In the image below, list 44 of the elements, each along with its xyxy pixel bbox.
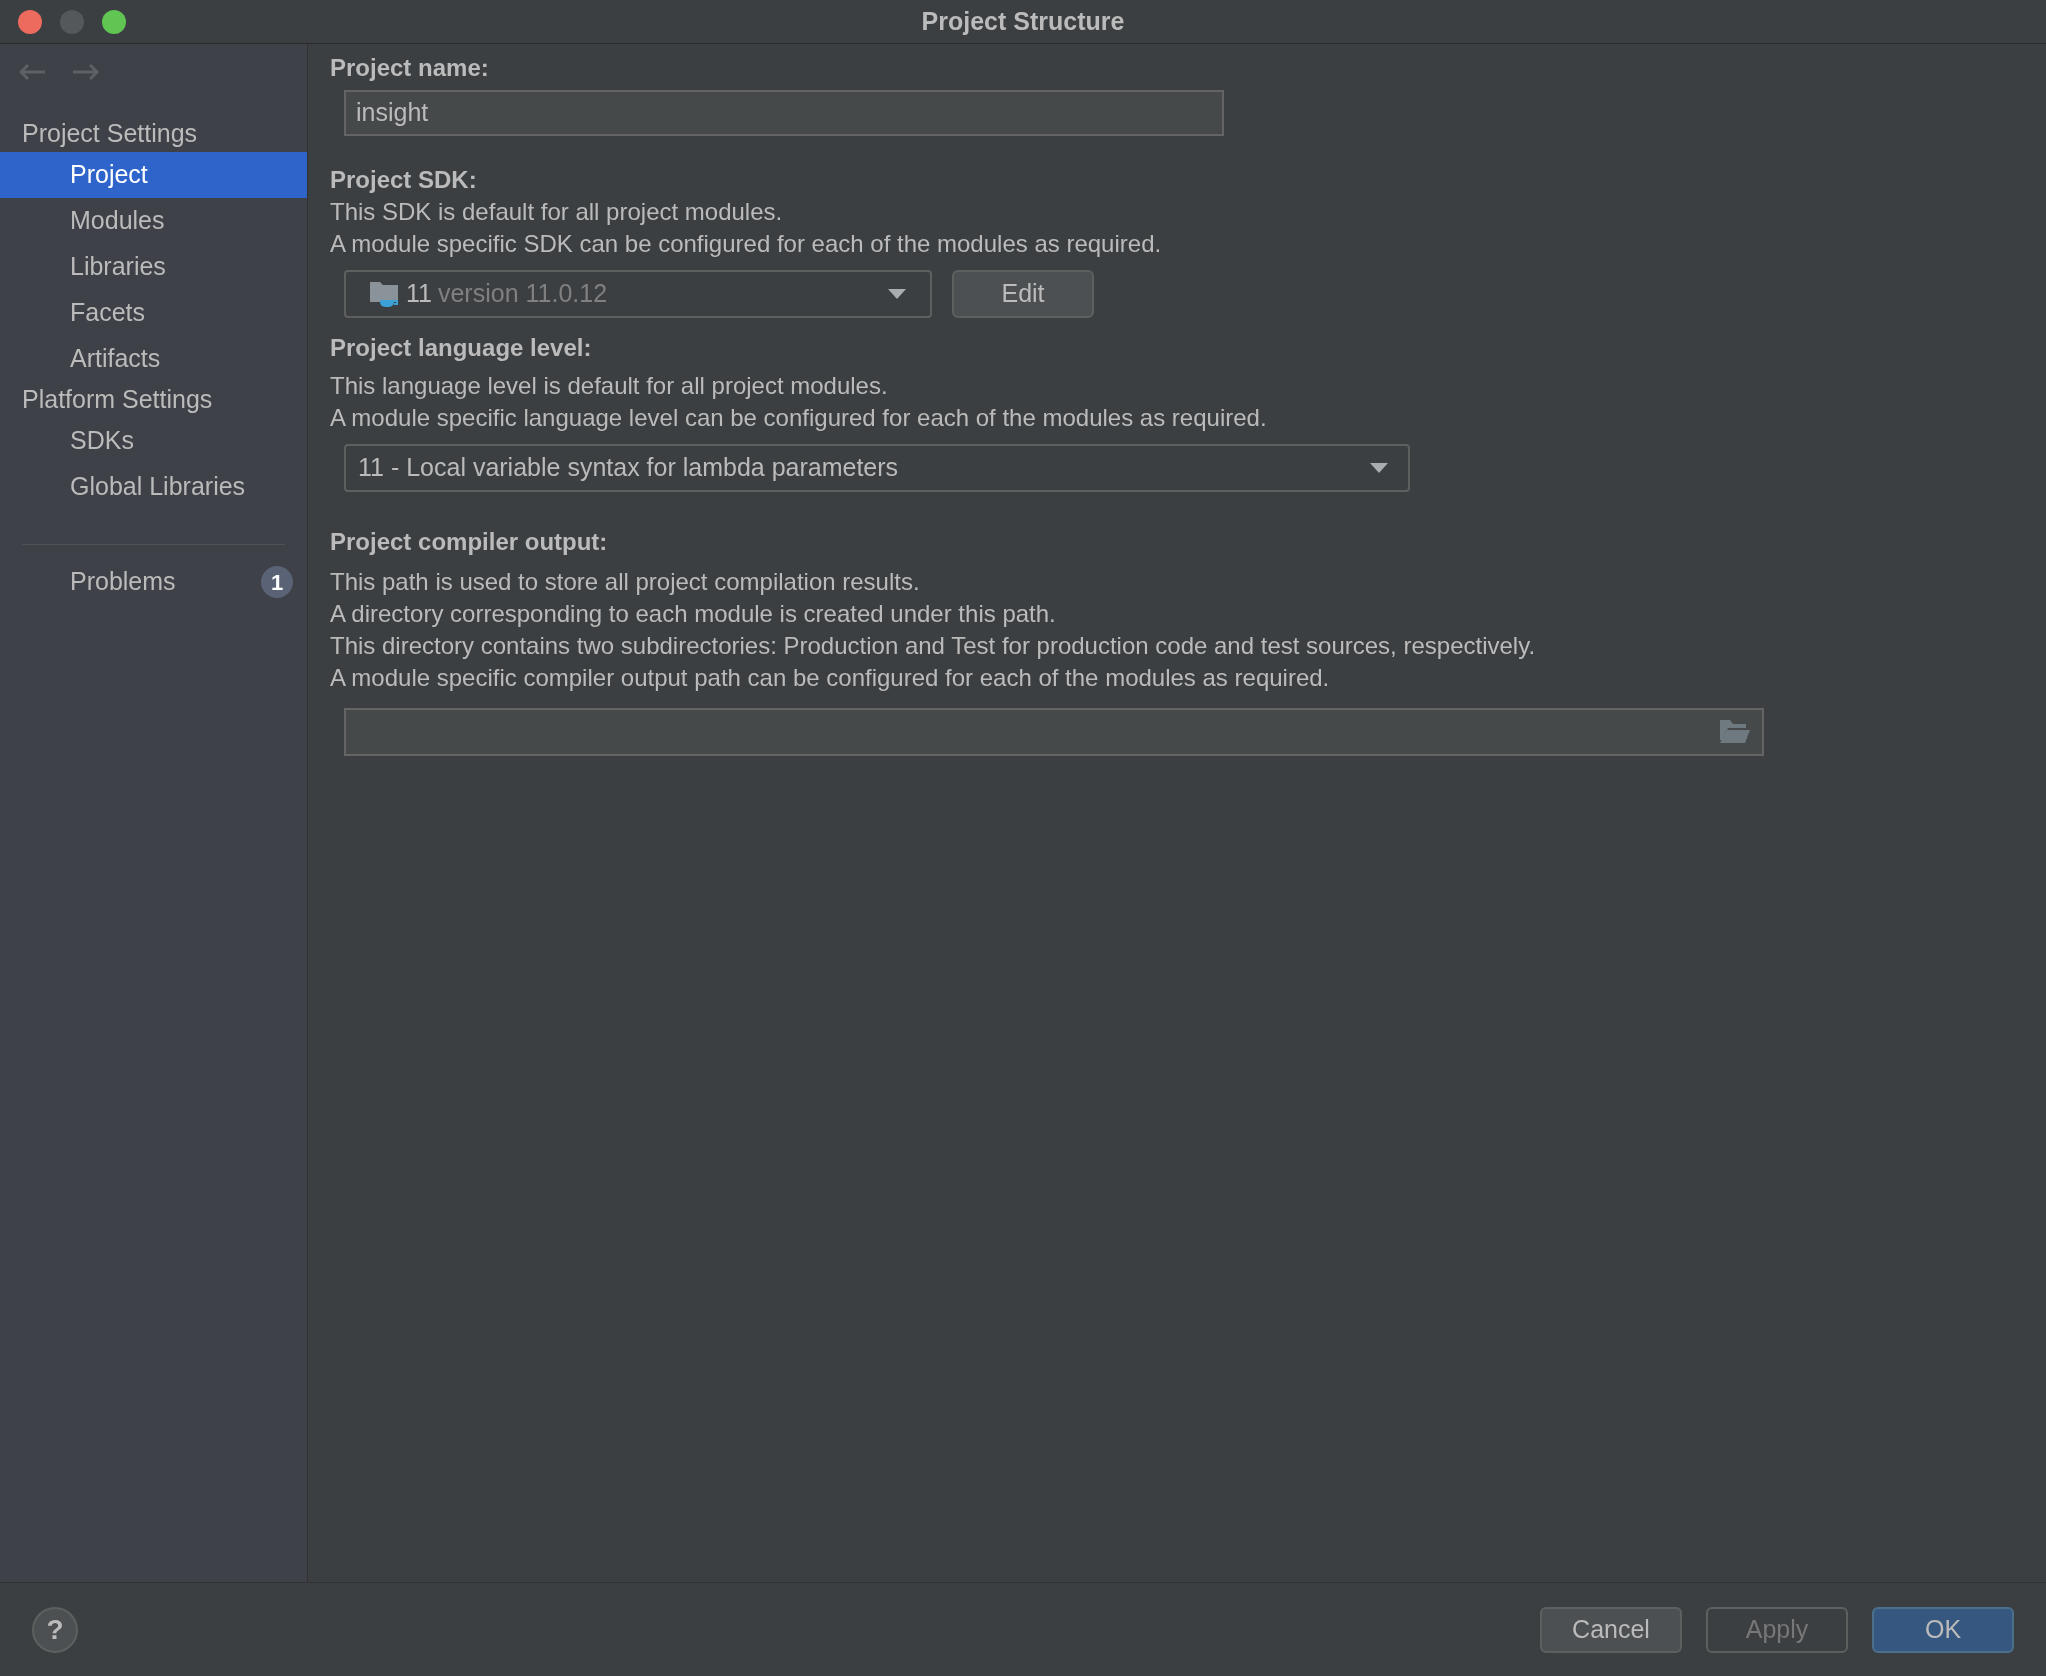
- back-arrow-icon[interactable]: [18, 63, 46, 81]
- compiler-output-field[interactable]: [344, 708, 1764, 756]
- sdk-version: version 11.0.12: [437, 278, 608, 310]
- forward-arrow-icon[interactable]: [72, 63, 100, 81]
- section-label: Project language level:: [330, 333, 593, 363]
- zoom-button[interactable]: [102, 9, 126, 34]
- section-label: Project compiler output:: [330, 527, 609, 557]
- project-name-field[interactable]: insight: [344, 90, 1224, 136]
- section-label: Project name:: [330, 53, 490, 83]
- help-button[interactable]: ?: [32, 1606, 78, 1653]
- sidebar-section-title: Platform Settings: [21, 384, 214, 416]
- description-text: A module specific language level can be configured for each of the modules as required.: [330, 403, 1268, 433]
- section-label: Project SDK:: [330, 165, 478, 195]
- dialog-button[interactable]: OK: [1872, 1606, 2014, 1653]
- sidebar-item[interactable]: SDKs: [0, 418, 307, 464]
- description-text: This directory contains two subdirectories: Production and Test for production code and test sources, respectively.: [330, 631, 1537, 661]
- language-level-dropdown[interactable]: 11 - Local variable syntax for lambda parameters: [344, 444, 1410, 492]
- description-text: This path is used to store all project compilation results.: [330, 567, 921, 597]
- edit-button[interactable]: Edit: [952, 270, 1094, 318]
- minimize-button[interactable]: [60, 9, 84, 34]
- description-text: This SDK is default for all project modules.: [330, 197, 784, 227]
- description-text: This language level is default for all project modules.: [330, 371, 889, 401]
- sidebar-section-title: Project Settings: [21, 118, 199, 150]
- caret-icon: [1370, 463, 1388, 473]
- problems-label: Problems: [70, 566, 176, 598]
- sidebar-item[interactable]: Facets: [0, 290, 307, 336]
- caret-icon: [888, 289, 906, 299]
- folder-icon[interactable]: [1720, 720, 1750, 744]
- sidebar-item[interactable]: Project: [0, 152, 307, 198]
- count-badge: 1: [261, 566, 293, 598]
- sdk-dropdown[interactable]: 11 version 11.0.12: [344, 270, 932, 318]
- description-text: A module specific SDK can be configured for each of the modules as required.: [330, 229, 1163, 259]
- dialog-button[interactable]: Cancel: [1540, 1606, 1682, 1653]
- sidebar-item[interactable]: Global Libraries: [0, 464, 307, 510]
- window-title: Project Structure: [921, 5, 1125, 37]
- sidebar-item[interactable]: Artifacts: [0, 336, 307, 382]
- sidebar-item[interactable]: Libraries: [0, 244, 307, 290]
- description-text: A directory corresponding to each module is created under this path.: [330, 599, 1057, 629]
- sidebar-item[interactable]: Modules: [0, 198, 307, 244]
- description-text: A module specific compiler output path can be configured for each of the modules as required.: [330, 663, 1331, 693]
- close-button[interactable]: [18, 9, 42, 34]
- sdk-name: 11: [406, 278, 432, 310]
- sidebar-item[interactable]: Problems 1: [0, 559, 307, 605]
- sdk-folder-icon: [370, 280, 400, 308]
